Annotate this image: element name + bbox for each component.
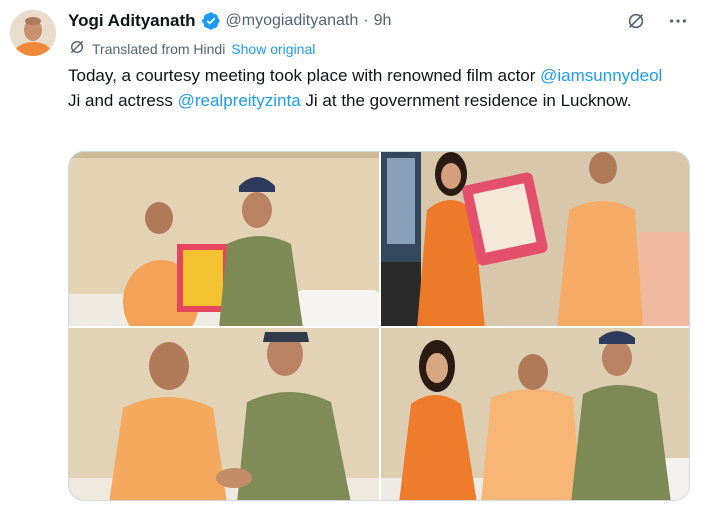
grok-icon[interactable] [625,10,647,32]
author-handle[interactable]: @myogiadityanath [226,12,359,30]
tweet-text-part3: Ji at the government residence in Luckno… [300,90,632,110]
translation-row: Translated from Hindi Show original [68,38,315,59]
verified-badge-icon [201,11,221,31]
media-grid [68,151,690,501]
mention-link-2[interactable]: @realpreityzinta [178,91,301,110]
tweet-header: Yogi Adityanath @myogiadityanath · 9h [68,10,391,32]
author-name[interactable]: Yogi Adityanath [68,11,196,31]
avatar[interactable] [10,10,56,56]
mention-link-1[interactable]: @iamsunnydeol [540,66,662,85]
photo-1[interactable] [69,152,379,326]
header-actions [625,10,689,32]
translated-label: Translated from Hindi [92,40,226,57]
separator-dot: · [363,12,369,29]
tweet-text-part2: Ji and actress [68,90,178,110]
photo-3[interactable] [69,328,379,500]
translate-icon [68,38,86,59]
more-options-icon[interactable] [667,10,689,32]
tweet-text: Today, a courtesy meeting took place wit… [68,64,678,113]
show-original-link[interactable]: Show original [231,41,315,57]
photo-4[interactable] [381,328,689,500]
tweet-text-part1: Today, a courtesy meeting took place wit… [68,66,541,85]
photo-2[interactable] [381,152,689,326]
timestamp[interactable]: 9h [374,12,392,30]
